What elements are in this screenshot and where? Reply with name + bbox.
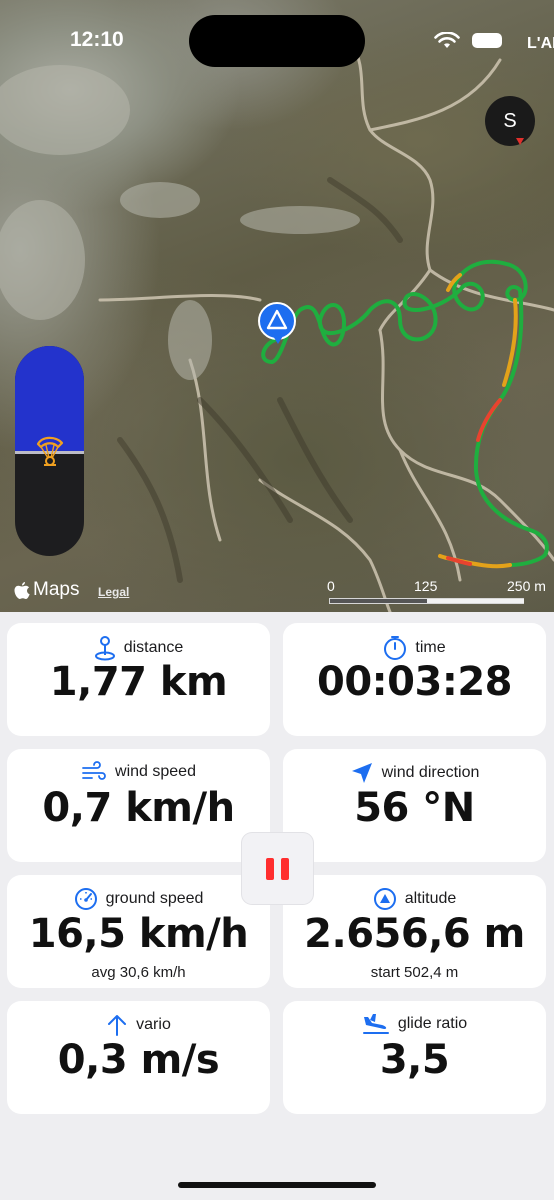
apple-logo-icon — [14, 581, 30, 599]
glide-ratio-label: glide ratio — [397, 1015, 468, 1032]
wind-direction-card: wind direction 56 °N — [283, 749, 546, 862]
battery-icon — [472, 33, 502, 48]
location-marker-tip — [273, 336, 283, 344]
airplane-landing-icon — [362, 1014, 389, 1034]
altitude-label: altitude — [404, 890, 457, 907]
maps-attribution: Maps — [14, 579, 79, 601]
wind-direction-value: 56 °N — [354, 785, 475, 831]
navigation-arrow-icon — [351, 763, 372, 783]
vario-label: vario — [136, 1016, 171, 1033]
up-arrow-icon — [108, 1015, 127, 1036]
vario-card: vario 0,3 m/s — [7, 1001, 270, 1114]
pause-icon-bar-right — [281, 858, 289, 880]
time-label: time — [415, 639, 446, 656]
home-indicator[interactable] — [178, 1182, 376, 1188]
distance-card: distance 1,77 km — [7, 623, 270, 736]
legal-link[interactable]: Legal — [98, 585, 129, 599]
ground-speed-label: ground speed — [105, 890, 204, 907]
maps-brand: Maps — [33, 579, 80, 600]
wind-icon — [82, 761, 106, 780]
dynamic-island — [189, 15, 365, 67]
glide-ratio-value: 3,5 — [379, 1037, 450, 1083]
wind-speed-card: wind speed 0,7 km/h — [7, 749, 270, 862]
speedometer-icon — [74, 888, 97, 910]
glide-ratio-card: glide ratio 3,5 — [283, 1001, 546, 1114]
altitude-card: altitude 2.656,6 m start 502,4 m — [283, 875, 546, 988]
ground-speed-value: 16,5 km/h — [28, 911, 249, 957]
wind-direction-label: wind direction — [381, 764, 480, 781]
time-value: 00:03:28 — [317, 659, 512, 705]
scale-label-end: 250 m — [507, 578, 546, 594]
ground-speed-average: avg 30,6 km/h — [91, 964, 186, 981]
carrier-label: L'AR — [527, 35, 554, 52]
status-time: 12:10 — [70, 28, 124, 51]
location-triangle-icon — [266, 309, 288, 330]
map-scale-bar — [329, 598, 524, 604]
wind-speed-label: wind speed — [115, 763, 196, 780]
pause-button[interactable] — [242, 833, 313, 904]
altitude-start: start 502,4 m — [370, 964, 459, 981]
compass-heading: S — [503, 110, 517, 132]
map-scale-bar-segment — [427, 599, 524, 603]
ground-speed-card: ground speed 16,5 km/h avg 30,6 km/h — [7, 875, 270, 988]
wind-speed-value: 0,7 km/h — [42, 785, 235, 831]
scale-label-mid: 125 — [414, 578, 438, 594]
pause-icon-bar-left — [266, 858, 274, 880]
flight-map[interactable]: 12:10 L'AR S Maps Legal — [0, 0, 554, 612]
paraglider-icon — [36, 436, 64, 466]
stopwatch-icon — [384, 636, 407, 660]
scale-label-start: 0 — [327, 578, 335, 594]
altitude-slider[interactable] — [15, 346, 84, 556]
compass-button[interactable]: S — [485, 96, 535, 146]
distance-value: 1,77 km — [49, 659, 228, 705]
location-pin-icon — [94, 636, 115, 661]
triangle-circle-icon — [373, 888, 396, 910]
wifi-icon — [434, 32, 460, 48]
time-card: time 00:03:28 — [283, 623, 546, 736]
vario-value: 0,3 m/s — [57, 1037, 220, 1083]
distance-label: distance — [123, 639, 184, 656]
user-location-marker[interactable] — [258, 302, 296, 340]
compass-needle-icon — [516, 138, 524, 145]
altitude-value: 2.656,6 m — [304, 911, 525, 957]
